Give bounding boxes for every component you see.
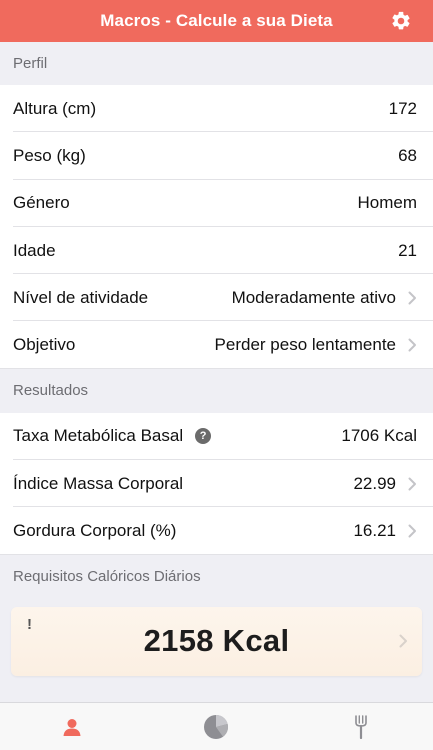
row-activity-level[interactable]: Nível de atividade Moderadamente ativo [0,274,433,322]
tab-statistics[interactable] [144,703,288,750]
calories-value: 2158 Kcal [143,623,290,659]
row-value: 68 [398,145,417,165]
results-list: Taxa Metabólica Basal ? 1706 Kcal Índice… [0,412,433,555]
chevron-right-icon [408,524,416,538]
row-label: Taxa Metabólica Basal [13,426,184,446]
app-title: Macros - Calcule a sua Dieta [100,11,333,30]
chevron-right-icon [408,338,416,352]
person-icon [63,718,81,736]
row-label: Peso (kg) [13,145,86,165]
row-bmi[interactable]: Índice Massa Corporal 22.99 [0,460,433,508]
row-label: Gordura Corporal (%) [13,521,177,541]
row-body-fat[interactable]: Gordura Corporal (%) 16.21 [0,507,433,555]
row-gender[interactable]: Género Homem [0,179,433,228]
section-header-results: Resultados [0,368,433,413]
row-label: Altura (cm) [13,98,97,118]
tab-meals[interactable] [289,703,433,750]
calories-card[interactable]: ! 2158 Kcal [11,606,422,676]
alert-icon: ! [27,615,32,633]
fork-icon [355,714,367,739]
row-basal-metabolic-rate: Taxa Metabólica Basal ? 1706 Kcal [0,412,433,461]
profile-list: Altura (cm) 172 Peso (kg) 68 Género Home… [0,85,433,370]
chevron-right-icon [408,291,416,305]
row-height[interactable]: Altura (cm) 172 [0,85,433,133]
tab-bar [0,702,433,750]
help-icon[interactable]: ? [195,428,212,445]
row-value: 172 [388,98,417,118]
row-label: Objetivo [13,335,76,355]
gear-icon[interactable] [390,10,412,32]
row-age[interactable]: Idade 21 [0,226,433,275]
row-label: Nível de atividade [13,287,149,307]
row-value: 1706 Kcal [341,426,417,446]
row-value: Perder peso lentamente [214,335,396,355]
row-value: Moderadamente ativo [231,287,396,307]
row-value: 22.99 [353,473,396,493]
row-label: Idade [13,240,56,260]
section-header-calories: Requisitos Calóricos Diários [0,554,433,599]
row-value: 21 [398,240,417,260]
row-value: 16.21 [353,521,396,541]
tab-profile[interactable] [0,703,144,750]
calories-container: ! 2158 Kcal [0,599,433,689]
row-label: Índice Massa Corporal [13,473,184,493]
navigation-bar: Macros - Calcule a sua Dieta [0,0,433,42]
row-weight[interactable]: Peso (kg) 68 [0,132,433,180]
row-goal[interactable]: Objetivo Perder peso lentamente [0,321,433,370]
section-header-profile: Perfil [0,42,433,85]
row-value: Homem [357,193,417,213]
pie-chart-icon [204,714,229,739]
row-label: Género [13,193,70,213]
chevron-right-icon [399,634,407,648]
chevron-right-icon [408,477,416,491]
